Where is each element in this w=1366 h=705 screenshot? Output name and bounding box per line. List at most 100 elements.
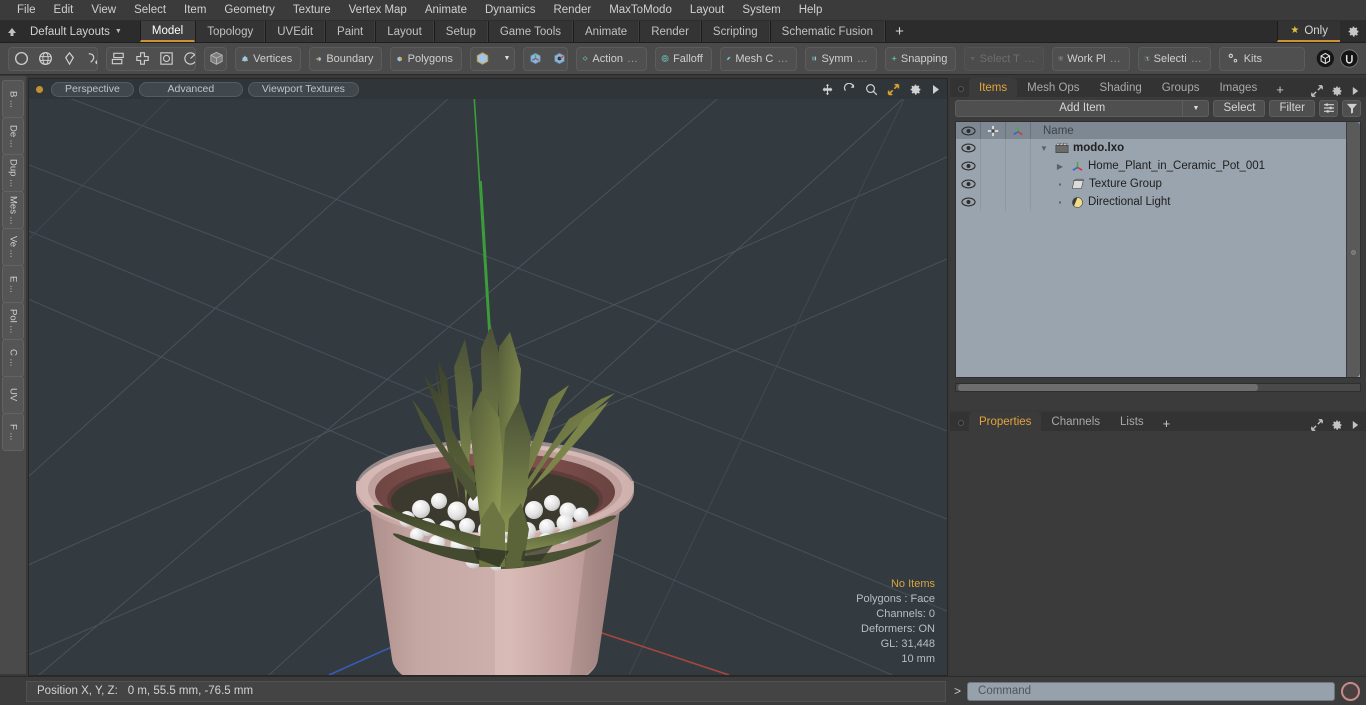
viewport-shading-selector[interactable]: Advanced: [138, 81, 243, 97]
table-row[interactable]: ▪ Directional Light: [956, 193, 1360, 211]
zoom-view-icon[interactable]: [865, 83, 878, 96]
row-transform-cell[interactable]: [1006, 139, 1031, 157]
tab-images[interactable]: Images: [1209, 78, 1268, 97]
table-row[interactable]: ▪ Texture Group: [956, 175, 1360, 193]
filter-button[interactable]: Filter: [1269, 99, 1315, 117]
rotate-view-icon[interactable]: [843, 82, 856, 96]
pan-icon[interactable]: [821, 83, 834, 96]
move-icon[interactable]: [131, 48, 155, 70]
pen-icon[interactable]: [57, 48, 81, 70]
viewport-settings-gear-icon[interactable]: [909, 83, 922, 96]
item-row-texture-group[interactable]: ▪ Texture Group: [1031, 178, 1360, 190]
polygons-mode-button[interactable]: Polygons: [391, 48, 461, 70]
vtab-deform[interactable]: De ...: [2, 117, 24, 155]
align-icon[interactable]: [107, 48, 131, 70]
unreal-badge-icon[interactable]: [1337, 47, 1362, 71]
scrollbar-thumb[interactable]: [958, 384, 1258, 391]
expander-down-icon[interactable]: ▼: [1037, 144, 1051, 153]
item-row-scene[interactable]: ▼ modo.lxo: [1031, 142, 1360, 154]
menu-item-item[interactable]: Item: [175, 0, 215, 21]
table-row[interactable]: ▶ Home_Plant_in_Ceramic_Pot_001: [956, 157, 1360, 175]
column-transform-icon[interactable]: [1006, 122, 1031, 139]
row-lock-cell[interactable]: [981, 139, 1006, 157]
item-tree-vertical-scrollbar[interactable]: [1346, 122, 1360, 377]
column-visibility-icon[interactable]: [956, 122, 981, 139]
panel-settings-gear-icon[interactable]: [1331, 85, 1343, 97]
item-row-directional-light[interactable]: ▪ Directional Light: [1031, 196, 1360, 209]
tab-layout[interactable]: Layout: [375, 21, 434, 42]
pivot-icon[interactable]: [524, 48, 548, 70]
tab-topology[interactable]: Topology: [195, 21, 266, 42]
viewport-projection-selector[interactable]: Perspective: [51, 81, 134, 97]
add-panel-tab-button[interactable]: +: [1267, 82, 1293, 97]
viewport-menu-dot-icon[interactable]: [36, 85, 43, 93]
add-item-dropdown-icon[interactable]: ▼: [1182, 100, 1208, 116]
fit-icon[interactable]: [887, 83, 900, 96]
kits-button[interactable]: Kits: [1220, 48, 1270, 70]
panel-menu-dot-icon[interactable]: [958, 86, 964, 92]
panel-menu-arrow-icon[interactable]: [1351, 420, 1360, 430]
row-lock-cell[interactable]: [981, 157, 1006, 175]
scale-icon[interactable]: [155, 48, 179, 70]
column-lock-icon[interactable]: [981, 122, 1006, 139]
cube-item-icon[interactable]: [471, 48, 495, 70]
menu-item-edit[interactable]: Edit: [45, 0, 83, 21]
selection-sets-button[interactable]: Selecti …: [1139, 48, 1210, 70]
list-options-icon[interactable]: [1319, 99, 1338, 117]
vtab-vertex[interactable]: Ve ...: [2, 228, 24, 266]
vtab-basic[interactable]: B ...: [2, 80, 24, 118]
item-row-mesh[interactable]: ▶ Home_Plant_in_Ceramic_Pot_001: [1031, 160, 1360, 173]
vtab-polygon[interactable]: Pol ...: [2, 302, 24, 340]
row-transform-cell[interactable]: [1006, 175, 1031, 193]
modo-badge-icon[interactable]: [1313, 47, 1338, 71]
tab-mesh-ops[interactable]: Mesh Ops: [1017, 78, 1090, 97]
filter-funnel-icon[interactable]: [1342, 99, 1361, 117]
tab-channels[interactable]: Channels: [1041, 412, 1111, 431]
menu-item-select[interactable]: Select: [125, 0, 175, 21]
vtab-fusion[interactable]: F ...: [2, 413, 24, 451]
expander-right-icon[interactable]: ▶: [1053, 162, 1067, 171]
table-row[interactable]: ▼ modo.lxo: [956, 139, 1360, 157]
panel-menu-dot-icon[interactable]: [958, 420, 964, 426]
item-mode-dropdown-icon[interactable]: ▼: [495, 48, 514, 70]
row-transform-cell[interactable]: [1006, 193, 1031, 211]
item-tree-horizontal-scrollbar[interactable]: [955, 383, 1361, 392]
menu-item-texture[interactable]: Texture: [284, 0, 340, 21]
globe-icon[interactable]: [33, 48, 57, 70]
menu-item-view[interactable]: View: [82, 0, 125, 21]
expand-panel-icon[interactable]: [1311, 85, 1323, 97]
row-lock-cell[interactable]: [981, 193, 1006, 211]
vtab-mesh-edit[interactable]: Mes ...: [2, 191, 24, 229]
row-transform-cell[interactable]: [1006, 157, 1031, 175]
tab-shading[interactable]: Shading: [1089, 78, 1152, 97]
symmetry-button[interactable]: Symm …: [806, 48, 875, 70]
tab-items[interactable]: Items: [969, 78, 1018, 97]
expand-panel-icon[interactable]: [1311, 419, 1323, 431]
cube-icon[interactable]: [205, 48, 226, 70]
tab-model[interactable]: Model: [139, 21, 196, 42]
tab-properties[interactable]: Properties: [969, 412, 1042, 431]
row-visibility-icon[interactable]: [956, 139, 981, 157]
mesh-constraint-button[interactable]: Mesh C …: [721, 48, 796, 70]
falloff-button[interactable]: Falloff: [656, 48, 711, 70]
vtab-curve[interactable]: C ...: [2, 339, 24, 377]
vtab-uv[interactable]: UV: [2, 376, 24, 414]
add-tab-button[interactable]: +: [885, 21, 913, 42]
menu-item-layout[interactable]: Layout: [681, 0, 734, 21]
viewport-3d[interactable]: Y X Z Perspective Advanced Viewport Text…: [28, 78, 948, 676]
tab-groups[interactable]: Groups: [1151, 78, 1210, 97]
row-lock-cell[interactable]: [981, 175, 1006, 193]
center-icon[interactable]: [548, 48, 568, 70]
tab-lists[interactable]: Lists: [1110, 412, 1154, 431]
viewport-canvas[interactable]: Y X Z: [29, 99, 947, 675]
circle-icon[interactable]: [9, 48, 33, 70]
tab-setup[interactable]: Setup: [433, 21, 488, 42]
panel-settings-gear-icon[interactable]: [1331, 419, 1343, 431]
add-item-button[interactable]: Add Item ▼: [955, 99, 1210, 117]
viewport-textures-selector[interactable]: Viewport Textures: [247, 81, 359, 97]
tab-paint[interactable]: Paint: [325, 21, 376, 42]
tab-render[interactable]: Render: [639, 21, 701, 42]
row-visibility-icon[interactable]: [956, 157, 981, 175]
menu-item-animate[interactable]: Animate: [416, 0, 476, 21]
menu-item-render[interactable]: Render: [544, 0, 600, 21]
